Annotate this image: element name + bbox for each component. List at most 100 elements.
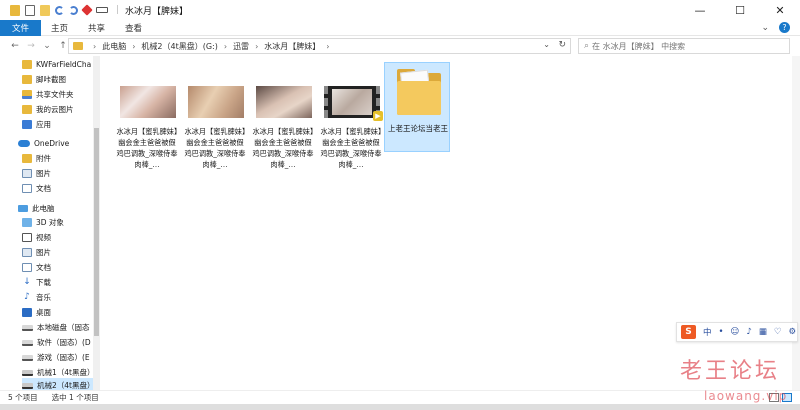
nav-item-videos[interactable]: 视频	[22, 230, 100, 245]
watermark-url: laowang.vip	[704, 389, 788, 403]
nav-item-onedrive[interactable]: OneDrive	[18, 136, 100, 151]
breadcrumb-current[interactable]: 水冰月【脾妹】	[264, 41, 320, 52]
file-item[interactable]: 水冰月【蜜乳脾妹】幽会金主爸爸被假鸡巴调教_深喉侍奉肉棒_…	[182, 62, 248, 182]
breadcrumb-separator[interactable]: ›	[132, 42, 135, 51]
nav-item-kwfarfield[interactable]: KWFarFieldCha	[22, 57, 100, 72]
folder-item[interactable]: 上老王论坛当老王	[384, 62, 450, 152]
expand-ribbon-icon[interactable]: ⌄	[761, 23, 769, 33]
search-input[interactable]	[592, 41, 773, 51]
desktop-icon	[22, 308, 32, 317]
file-name: 水冰月【蜜乳脾妹】幽会金主爸爸被假鸡巴调教_深喉侍奉肉棒_…	[184, 127, 246, 169]
address-bar-row: ← → ⌄ ↑ › 此电脑 › 机械2（4t黑盘）(G:) › 迅雷 › 水冰月…	[0, 36, 800, 56]
nav-item-downloads[interactable]: ↓ 下载	[22, 275, 100, 290]
nav-item-games-drive[interactable]: 游戏（固态）(E	[22, 350, 100, 365]
status-bar: 5 个项目 选中 1 个项目	[0, 390, 800, 404]
file-item[interactable]: ▶ 水冰月【蜜乳脾妹】幽会金主爸爸被假鸡巴调教_深喉侍奉肉棒_…	[318, 62, 384, 182]
nav-item-music[interactable]: ♪ 音乐	[22, 290, 100, 305]
drive-icon	[22, 324, 33, 331]
file-item[interactable]: 水冰月【蜜乳脾妹】幽会金主爸爸被假鸡巴调教_深喉侍奉肉棒_…	[114, 62, 180, 182]
tab-view[interactable]: 查看	[115, 20, 152, 36]
tab-home[interactable]: 主页	[41, 20, 78, 36]
ime-chinese-mode[interactable]: 中	[703, 326, 712, 338]
nav-item-attachments[interactable]: 附件	[22, 151, 100, 166]
file-name: 水冰月【蜜乳脾妹】幽会金主爸爸被假鸡巴调教_深喉侍奉肉棒_…	[116, 127, 178, 169]
ime-settings-icon[interactable]: ⚙	[789, 327, 797, 337]
quick-access-toolbar	[0, 4, 108, 16]
back-button[interactable]: ←	[8, 41, 22, 51]
nav-item-label: 3D 对象	[36, 218, 64, 227]
nav-item-shared-folder[interactable]: 共享文件夹	[22, 87, 100, 102]
navigation-pane: KWFarFieldCha 脚咔截图 共享文件夹 我的云图片 应用 OneDri…	[0, 56, 100, 390]
nav-item-label: 机械2（4t黑盘）	[37, 381, 95, 390]
videos-icon	[22, 233, 32, 242]
breadcrumb-separator[interactable]: ›	[224, 42, 227, 51]
download-icon: ↓	[23, 277, 31, 287]
nav-item-software-drive[interactable]: 软件（固态）(D	[22, 335, 100, 350]
nav-item-hdd2[interactable]: 机械2（4t黑盘）	[22, 378, 100, 390]
nav-item-label: 音乐	[36, 293, 51, 302]
drive-icon	[22, 382, 33, 389]
close-button[interactable]: ✕	[760, 0, 800, 20]
pictures-icon	[22, 248, 32, 257]
drive-icon	[22, 369, 33, 376]
search-icon: ⌕	[584, 41, 590, 51]
nav-item-3d-objects[interactable]: 3D 对象	[22, 215, 100, 230]
help-icon[interactable]: ?	[779, 22, 790, 33]
nav-pane-scroll-thumb[interactable]	[94, 128, 99, 336]
nav-item-label: 本地磁盘（固态	[37, 323, 90, 332]
nav-item-apps[interactable]: 应用	[22, 117, 100, 132]
folder-icon	[10, 4, 20, 16]
folder-icon	[22, 60, 32, 69]
properties-icon[interactable]	[25, 4, 35, 16]
breadcrumb-separator[interactable]: ›	[255, 42, 258, 51]
recent-locations-button[interactable]: ⌄	[40, 41, 54, 51]
video-thumbnail	[188, 86, 244, 118]
ime-keyboard-icon[interactable]: ▦	[759, 327, 767, 337]
ime-toolbar: S 中 • ☺ ♪ ▦ ♡ ⚙	[676, 322, 798, 342]
drive-icon	[22, 354, 33, 361]
nav-item-local-disk[interactable]: 本地磁盘（固态	[22, 320, 100, 335]
breadcrumb-separator[interactable]: ›	[326, 42, 329, 51]
apps-icon	[22, 120, 32, 129]
breadcrumb-xunlei[interactable]: 迅雷	[233, 41, 249, 52]
file-name: 水冰月【蜜乳脾妹】幽会金主爸爸被假鸡巴调教_深喉侍奉肉棒_…	[252, 127, 314, 169]
3d-objects-icon	[22, 218, 32, 227]
ime-voice-icon[interactable]: ♪	[746, 327, 751, 337]
ribbon-tabs: 文件 主页 共享 查看 ⌄ ?	[0, 19, 800, 36]
breadcrumb-drive[interactable]: 机械2（4t黑盘）(G:)	[141, 41, 217, 52]
nav-item-desktop[interactable]: 桌面	[22, 305, 100, 320]
minimize-button[interactable]: —	[680, 0, 720, 20]
nav-item-screenshots[interactable]: 脚咔截图	[22, 72, 100, 87]
address-dropdown-icon[interactable]: ⌄	[543, 40, 550, 49]
search-box[interactable]: ⌕	[578, 38, 790, 54]
sogou-logo-icon[interactable]: S	[681, 325, 696, 339]
refresh-icon[interactable]: ↻	[558, 40, 566, 50]
address-field[interactable]: › 此电脑 › 机械2（4t黑盘）(G:) › 迅雷 › 水冰月【脾妹】 › ⌄…	[68, 38, 571, 54]
ime-skin-icon[interactable]: ♡	[774, 327, 782, 337]
nav-item-this-pc[interactable]: 此电脑	[18, 201, 100, 216]
delete-icon[interactable]	[81, 4, 93, 16]
nav-item-onedrive-documents[interactable]: 文档	[22, 181, 100, 196]
documents-icon	[22, 184, 32, 193]
nav-item-onedrive-pictures[interactable]: 图片	[22, 166, 100, 181]
nav-item-documents[interactable]: 文档	[22, 260, 100, 275]
nav-item-label: 脚咔截图	[36, 75, 66, 84]
nav-item-label: 图片	[36, 248, 51, 257]
ime-emoji-icon[interactable]: ☺	[731, 327, 740, 337]
maximize-button[interactable]: ☐	[720, 0, 760, 20]
ime-punctuation-icon[interactable]: •	[719, 327, 724, 337]
nav-item-pictures[interactable]: 图片	[22, 245, 100, 260]
new-folder-icon[interactable]	[40, 4, 50, 16]
nav-item-cloud-images[interactable]: 我的云图片	[22, 102, 100, 117]
nav-item-label: 此电脑	[32, 204, 55, 213]
tab-share[interactable]: 共享	[78, 20, 115, 36]
folder-icon	[22, 154, 32, 163]
redo-icon[interactable]	[69, 5, 78, 15]
nav-item-label: KWFarFieldCha	[36, 60, 92, 69]
file-item[interactable]: 水冰月【蜜乳脾妹】幽会金主爸爸被假鸡巴调教_深喉侍奉肉棒_…	[250, 62, 316, 182]
tab-file[interactable]: 文件	[0, 19, 42, 36]
breadcrumb-this-pc[interactable]: 此电脑	[102, 41, 126, 52]
forward-button[interactable]: →	[24, 41, 38, 51]
rename-icon[interactable]	[96, 7, 108, 13]
undo-icon[interactable]	[55, 5, 64, 15]
